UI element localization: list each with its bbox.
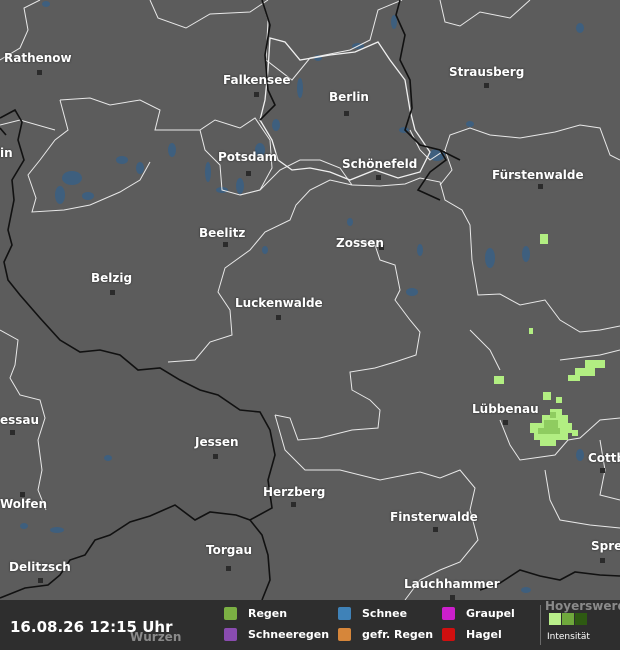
- belzig-marker: [110, 290, 115, 295]
- sleet-swatch: [224, 628, 237, 641]
- graupel-label: Graupel: [466, 607, 515, 620]
- city-label-fuerstenwalde[interactable]: Fürstenwalde: [492, 168, 584, 182]
- spremberg-marker: [600, 558, 605, 563]
- freezing-rain-swatch: [338, 628, 351, 641]
- falkensee-marker: [254, 92, 259, 97]
- city-label-delitzsch[interactable]: Delitzsch: [9, 560, 71, 574]
- rain-label: Regen: [248, 607, 288, 620]
- hail-label: Hagel: [466, 628, 502, 641]
- map-base-layer: [0, 0, 620, 650]
- city-label-spremberg[interactable]: Spre: [591, 539, 620, 553]
- city-label-jessen[interactable]: Jessen: [195, 435, 239, 449]
- legend-bar: 16.08.26 12:15 Uhr Regen Schnee Graupel …: [0, 599, 620, 650]
- city-label-potsdam[interactable]: Potsdam: [218, 150, 277, 164]
- intensity-scale: Hoyerswerda Intensität: [540, 599, 620, 645]
- torgau-marker: [226, 566, 231, 571]
- city-label-luebbenau[interactable]: Lübbenau: [472, 402, 539, 416]
- intensity-low-swatch: [549, 613, 561, 625]
- wurzen-faded-label: Wurzen: [130, 630, 182, 644]
- city-label-belzig[interactable]: Belzig: [91, 271, 132, 285]
- luebbenau-marker: [503, 420, 508, 425]
- fuerstenwalde-marker: [538, 184, 543, 189]
- intensity-high-swatch: [575, 613, 587, 625]
- freezing-rain-label: gefr. Regen: [362, 628, 434, 641]
- finsterwalde-marker: [433, 527, 438, 532]
- hoyerswerda-faded-label: Hoyerswerda: [545, 599, 620, 613]
- city-label-beelitz[interactable]: Beelitz: [199, 226, 245, 240]
- city-label-luckenwalde[interactable]: Luckenwalde: [235, 296, 323, 310]
- city-label-zossen[interactable]: Zossen: [336, 236, 384, 250]
- city-label-falkensee[interactable]: Falkensee: [223, 73, 290, 87]
- potsdam-marker: [246, 171, 251, 176]
- luckenwalde-marker: [276, 315, 281, 320]
- beelitz-marker: [223, 242, 228, 247]
- city-label-lauchhammer[interactable]: Lauchhammer: [404, 577, 500, 591]
- city-label-brandenburg[interactable]: in: [0, 146, 13, 160]
- city-label-herzberg[interactable]: Herzberg: [263, 485, 325, 499]
- dessau-marker: [10, 430, 15, 435]
- city-label-torgau[interactable]: Torgau: [206, 543, 252, 557]
- jessen-marker: [213, 454, 218, 459]
- weather-radar-map[interactable]: Rathenow Falkensee Berlin Strausberg Pot…: [0, 0, 620, 650]
- schoenefeld-marker: [376, 175, 381, 180]
- city-label-rathenow[interactable]: Rathenow: [4, 51, 72, 65]
- sleet-label: Schneeregen: [248, 628, 330, 641]
- rain-swatch: [224, 607, 237, 620]
- strausberg-marker: [484, 83, 489, 88]
- graupel-swatch: [442, 607, 455, 620]
- cottbus-marker: [600, 468, 605, 473]
- city-label-strausberg[interactable]: Strausberg: [449, 65, 524, 79]
- snow-label: Schnee: [362, 607, 408, 620]
- delitzsch-marker: [38, 578, 43, 583]
- city-label-finsterwalde[interactable]: Finsterwalde: [390, 510, 478, 524]
- city-label-wolfen[interactable]: Wolfen: [0, 497, 47, 511]
- snow-swatch: [338, 607, 351, 620]
- intensity-label: Intensität: [547, 632, 590, 642]
- city-label-berlin[interactable]: Berlin: [329, 90, 369, 104]
- hail-swatch: [442, 628, 455, 641]
- city-label-schoenefeld[interactable]: Schönefeld: [342, 157, 417, 171]
- city-label-cottbus[interactable]: Cottb: [588, 451, 620, 465]
- herzberg-marker: [291, 502, 296, 507]
- city-label-dessau[interactable]: essau: [0, 413, 39, 427]
- intensity-mid-swatch: [562, 613, 574, 625]
- berlin-marker: [344, 111, 349, 116]
- rathenow-marker: [37, 70, 42, 75]
